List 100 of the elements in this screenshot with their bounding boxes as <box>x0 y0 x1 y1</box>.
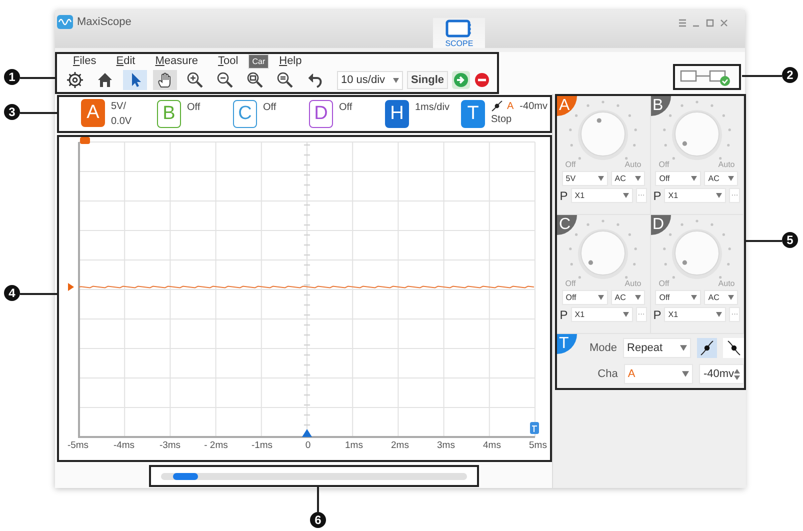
axis-label: 3ms <box>436 440 456 451</box>
run-button[interactable] <box>452 71 470 89</box>
menu-item[interactable]: Edit <box>106 54 146 69</box>
channel-tile[interactable]: D <box>309 100 333 128</box>
dropdown-arrow-icon <box>691 295 698 300</box>
waveform-logo-icon <box>57 15 73 29</box>
knob-max-label: Auto <box>624 279 642 288</box>
knob-min-label: Off <box>565 160 576 169</box>
axis-label: 1ms <box>344 440 364 451</box>
channel-tile[interactable]: H <box>385 100 409 128</box>
channel-setting: Off <box>339 101 352 115</box>
dropdown-arrow-icon <box>393 78 399 82</box>
coupling-dropdown[interactable]: AC <box>704 290 738 305</box>
axis-label: -4ms <box>112 440 136 451</box>
time-cursor-icon[interactable] <box>530 422 539 434</box>
probe-label: P <box>560 188 568 202</box>
axis-label: 5ms <box>528 440 548 451</box>
trigger-tile[interactable]: T <box>461 100 485 128</box>
probe-dropdown[interactable]: X1 <box>664 307 726 322</box>
dropdown-arrow-icon <box>634 176 641 181</box>
hand-button[interactable] <box>153 70 177 90</box>
rising-edge-icon <box>699 340 716 356</box>
coupling-dropdown[interactable]: AC <box>610 171 645 186</box>
dropdown-arrow-icon <box>622 312 629 317</box>
channel-badge: B <box>650 96 670 116</box>
dropdown-arrow-icon <box>716 193 722 198</box>
range-dropdown[interactable]: Off <box>655 171 702 186</box>
coupling-dropdown[interactable]: AC <box>704 171 738 186</box>
axis-label: 2ms <box>390 440 410 451</box>
timebase-dropdown[interactable]: 10 us/div <box>337 70 403 90</box>
home-icon <box>96 71 114 89</box>
axis-label: - 2ms <box>203 440 229 451</box>
axis-label: 0 <box>304 440 312 451</box>
magnifier-icon <box>276 71 294 89</box>
dropdown-arrow-icon <box>598 176 604 181</box>
mode-dropdown[interactable]: Repeat <box>623 338 691 358</box>
coupling-dropdown[interactable]: AC <box>610 290 645 305</box>
menu-item[interactable]: Tool <box>208 54 248 69</box>
zoom-in-icon <box>186 71 204 89</box>
pointer-button[interactable] <box>123 70 147 90</box>
trigger-channel: A <box>507 100 514 112</box>
mode-label: Mode <box>589 342 618 354</box>
scrollbar-thumb[interactable] <box>173 472 198 480</box>
dropdown-arrow-icon <box>682 371 690 377</box>
axis-label: 4ms <box>482 440 502 451</box>
axis-label: -1ms <box>250 440 274 451</box>
channel-setting: 5V/ 0.0V <box>111 100 132 129</box>
trigger-position-icon[interactable] <box>302 429 312 437</box>
undo-icon <box>306 71 324 89</box>
probe-label: P <box>560 308 568 322</box>
falling-edge-icon <box>726 340 742 356</box>
dropdown-arrow-icon <box>716 312 722 317</box>
knob-min-label: Off <box>658 160 670 169</box>
channel-marker-icon[interactable] <box>80 137 90 144</box>
callout-number: 4 <box>4 285 20 301</box>
menu-item[interactable]: Measure <box>145 54 208 69</box>
dropdown-arrow-icon <box>680 345 687 351</box>
trigger-status: Stop <box>491 114 513 125</box>
window-title: MaxiScope <box>77 16 132 28</box>
channel-badge: C <box>557 215 577 235</box>
callout-number: 5 <box>782 232 798 248</box>
threshold-spinner[interactable]: -40mv <box>699 364 744 384</box>
menu-item[interactable]: Help <box>269 54 312 69</box>
probe-dropdown[interactable]: X1 <box>570 307 633 322</box>
dropdown-arrow-icon <box>598 295 604 300</box>
single-button[interactable]: Single <box>407 71 448 89</box>
gear-icon <box>66 71 84 89</box>
monitor-icon <box>445 19 474 39</box>
stop-button[interactable] <box>474 72 490 88</box>
channel-label: Cha <box>596 368 618 380</box>
menu-item[interactable]: Files <box>63 54 106 69</box>
callout-number: 3 <box>4 104 20 120</box>
rising-edge-button[interactable] <box>696 338 718 358</box>
falling-edge-button[interactable] <box>723 338 744 358</box>
channel-badge: D <box>650 215 670 235</box>
knob-max-label: Auto <box>624 160 642 169</box>
trace-marker-icon[interactable] <box>68 283 74 291</box>
spinner-arrows-icon <box>734 368 740 380</box>
probe-label: P <box>653 188 662 202</box>
probe-dropdown[interactable]: X1 <box>570 188 633 203</box>
dropdown-arrow-icon <box>634 295 641 300</box>
scope-tab[interactable]: SCOPE <box>433 18 486 48</box>
callout-number: 6 <box>310 512 326 528</box>
range-dropdown[interactable]: 5V <box>562 171 608 186</box>
dropdown-arrow-icon <box>728 176 734 181</box>
range-dropdown[interactable]: Off <box>562 290 608 305</box>
probe-label: P <box>653 308 662 322</box>
probe-dropdown[interactable]: X1 <box>664 188 726 203</box>
zoom-out-icon <box>216 71 234 89</box>
channel-setting: Off <box>263 101 276 115</box>
axis-label: -5ms <box>66 440 90 451</box>
menu-item[interactable]: Car <box>248 54 270 69</box>
range-dropdown[interactable]: Off <box>655 290 702 305</box>
dropdown-arrow-icon <box>622 193 629 198</box>
knob-max-label: Auto <box>718 279 735 288</box>
scrollbar-track[interactable] <box>161 472 467 480</box>
trigger-badge: T <box>557 334 577 354</box>
callout-number: 2 <box>782 67 798 83</box>
axis-label: -3ms <box>158 440 182 451</box>
magnifier-icon <box>246 71 264 89</box>
